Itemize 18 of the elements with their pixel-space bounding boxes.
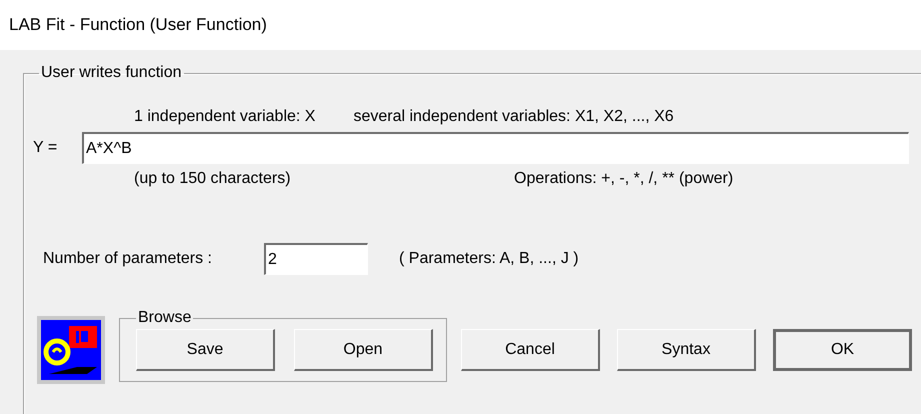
single-variable-hint: 1 independent variable: X — [134, 108, 316, 126]
browse-legend: Browse — [136, 309, 194, 327]
browse-button[interactable]: Save — [136, 329, 275, 371]
browse-button[interactable]: Open — [294, 329, 433, 371]
parameters-note: ( Parameters: A, B, ..., J ) — [399, 250, 579, 268]
dialog-button[interactable]: OK — [773, 329, 912, 371]
dialog-button[interactable]: Syntax — [617, 329, 756, 371]
operations-note: Operations: +, -, *, /, ** (power) — [514, 170, 734, 188]
length-limit-note: (up to 150 characters) — [134, 170, 292, 188]
y-label: Y = — [33, 139, 58, 157]
parameters-label: Number of parameters : — [43, 250, 213, 268]
several-variables-hint: several independent variables: X1, X2, ..., X6 — [353, 108, 674, 126]
groupbox-legend: User writes function — [39, 64, 184, 82]
app-logo-icon — [37, 316, 105, 384]
window-title: LAB Fit - Function (User Function) — [9, 15, 267, 35]
parameters-input-field[interactable]: 2 — [264, 243, 368, 275]
dialog-button[interactable]: Cancel — [461, 329, 600, 371]
function-input-field[interactable]: A*X^B — [82, 132, 909, 164]
